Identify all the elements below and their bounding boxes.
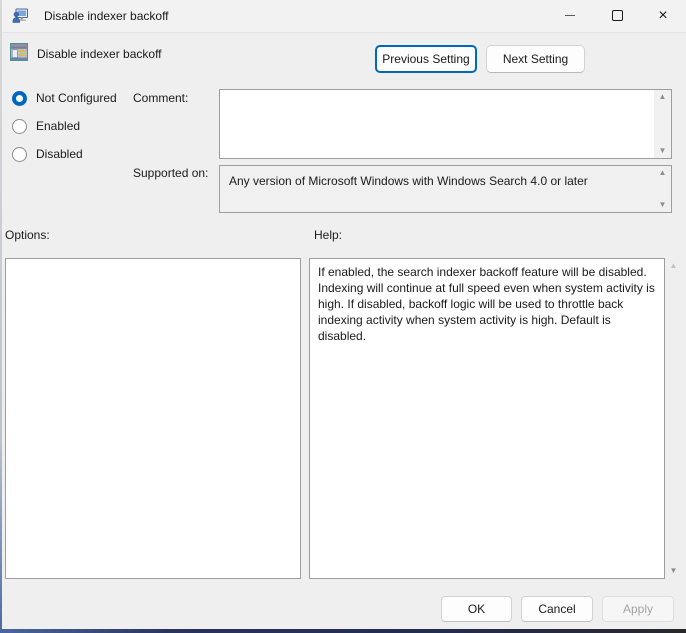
radio-label: Enabled — [36, 119, 81, 133]
supported-on-textbox: Any version of Microsoft Windows with Wi… — [219, 165, 672, 213]
group-policy-app-icon — [12, 8, 28, 23]
previous-setting-button[interactable]: Previous Setting — [375, 45, 477, 73]
help-label: Help: — [314, 228, 343, 242]
titlebar: Disable indexer backoff × — [0, 0, 686, 33]
supported-scrollbar[interactable]: ▲ ▼ — [654, 166, 671, 212]
comment-textbox[interactable]: ▲ ▼ — [219, 89, 672, 159]
supported-on-label: Supported on: — [133, 166, 209, 180]
radio-label: Not Configured — [36, 91, 117, 105]
comment-label: Comment: — [133, 91, 189, 105]
apply-button-disabled: Apply — [602, 596, 674, 622]
cancel-label: Cancel — [538, 602, 576, 616]
scroll-down-icon[interactable]: ▼ — [670, 567, 678, 575]
options-panel — [5, 258, 301, 579]
minimize-icon — [565, 15, 575, 16]
maximize-button[interactable] — [594, 0, 640, 31]
ok-button[interactable]: OK — [441, 596, 512, 622]
radio-unselected-icon — [12, 118, 27, 134]
supported-on-value: Any version of Microsoft Windows with Wi… — [229, 174, 588, 188]
minimize-button[interactable] — [547, 0, 593, 31]
help-scrollbar[interactable]: ▲ ▼ — [666, 258, 681, 579]
policy-setting-icon — [10, 43, 28, 61]
radio-not-configured[interactable]: Not Configured — [12, 90, 117, 106]
window-left-edge — [0, 0, 2, 629]
maximize-icon — [611, 10, 623, 21]
radio-enabled[interactable]: Enabled — [12, 118, 80, 134]
apply-label: Apply — [622, 602, 654, 616]
help-panel: If enabled, the search indexer backoff f… — [309, 258, 665, 579]
close-button[interactable]: × — [640, 0, 686, 31]
previous-setting-label: Previous Setting — [382, 52, 470, 66]
scroll-up-icon[interactable]: ▲ — [659, 169, 667, 177]
help-text: If enabled, the search indexer backoff f… — [318, 265, 655, 343]
ok-label: OK — [467, 602, 486, 616]
scroll-down-icon[interactable]: ▼ — [659, 201, 667, 209]
radio-unselected-icon — [12, 146, 27, 162]
scroll-up-icon[interactable]: ▲ — [670, 262, 678, 270]
radio-label: Disabled — [36, 147, 83, 161]
radio-selected-icon — [12, 90, 27, 106]
next-setting-button[interactable]: Next Setting — [486, 45, 585, 73]
scroll-down-icon[interactable]: ▼ — [659, 147, 667, 155]
options-label: Options: — [5, 228, 50, 242]
comment-scrollbar[interactable]: ▲ ▼ — [654, 90, 671, 158]
policy-setting-dialog: Disable indexer backoff × Disable indexe… — [0, 0, 686, 633]
policy-name: Disable indexer backoff — [37, 47, 162, 61]
cancel-button[interactable]: Cancel — [521, 596, 593, 622]
window-title: Disable indexer backoff — [44, 9, 169, 23]
close-icon: × — [658, 6, 668, 24]
radio-disabled[interactable]: Disabled — [12, 146, 83, 162]
scroll-up-icon[interactable]: ▲ — [659, 93, 667, 101]
window-bottom-edge — [0, 629, 686, 633]
next-setting-label: Next Setting — [502, 52, 569, 66]
